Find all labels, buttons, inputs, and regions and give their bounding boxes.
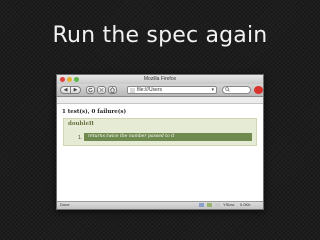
yslow-label[interactable]: YSlow <box>223 202 234 208</box>
adblock-stop-icon[interactable] <box>254 86 263 94</box>
page-icon <box>130 88 135 93</box>
spec-result-row[interactable]: returns twice the number passed to it <box>84 133 252 141</box>
url-dropdown-icon[interactable]: ▾ <box>211 87 214 93</box>
reload-button[interactable] <box>86 86 95 94</box>
url-text: file:///Users <box>137 87 163 93</box>
window-title: Mozilla Firefox <box>143 76 177 82</box>
status-bar: Done YSlow 0.0Kb <box>57 201 263 209</box>
page-content: 1 test(s), 0 failure(s) doubleIt 1. retu… <box>57 104 263 199</box>
status-addon-icon[interactable] <box>199 203 204 207</box>
home-icon <box>109 87 116 93</box>
url-input[interactable]: file:///Users ▾ <box>127 86 217 94</box>
stop-icon <box>99 87 104 93</box>
browser-window: Mozilla Firefox ◀ ▶ file:///Users ▾ 1 te… <box>56 74 264 210</box>
bookmarks-toolbar <box>57 97 263 104</box>
status-addon-icon[interactable] <box>207 203 212 207</box>
stop-button[interactable] <box>97 86 106 94</box>
spec-group: doubleIt 1. returns twice the number pas… <box>63 118 257 146</box>
reload-icon <box>88 87 93 93</box>
search-icon <box>225 87 230 94</box>
page-size-label: 0.0Kb <box>240 202 251 207</box>
forward-button[interactable]: ▶ <box>71 86 81 94</box>
spec-name: doubleIt <box>68 121 95 127</box>
spec-description: returns twice the number passed to it <box>88 134 175 139</box>
spec-number: 1. <box>78 135 83 141</box>
status-addon-icon[interactable] <box>215 203 220 207</box>
window-titlebar: Mozilla Firefox <box>57 75 263 84</box>
test-summary: 1 test(s), 0 failure(s) <box>62 109 127 115</box>
search-input[interactable] <box>222 86 251 94</box>
back-button[interactable]: ◀ <box>60 86 71 94</box>
status-text: Done <box>60 202 70 207</box>
home-button[interactable] <box>108 86 117 94</box>
navigation-toolbar: ◀ ▶ file:///Users ▾ <box>57 84 263 97</box>
slide-title: Run the spec again <box>52 23 268 48</box>
